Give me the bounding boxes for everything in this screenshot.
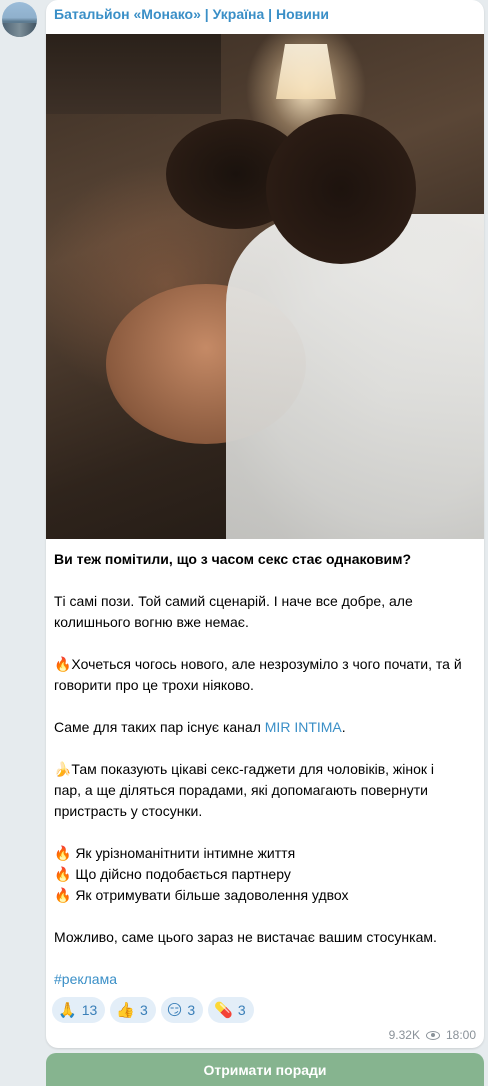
channel-name[interactable]: Батальйон «Монако» | Україна | Новини bbox=[54, 6, 329, 22]
reaction-count: 3 bbox=[187, 1002, 196, 1018]
photo-detail bbox=[276, 44, 336, 99]
reaction-pill[interactable]: 💊 3 bbox=[208, 997, 254, 1023]
post-paragraph: 🍌Там показують цікаві секс-гаджети для ч… bbox=[54, 761, 435, 777]
reaction-pray[interactable]: 🙏 13 bbox=[52, 997, 106, 1023]
post-paragraph: Ті самі пози. Той самий сценарій. І наче… bbox=[54, 593, 413, 609]
reaction-thumbs-up[interactable]: 👍 3 bbox=[110, 997, 156, 1023]
post-photo[interactable] bbox=[46, 34, 484, 539]
message-bubble: Батальйон «Монако» | Україна | Новини Ви… bbox=[46, 0, 484, 1048]
post-text-span: . bbox=[341, 719, 346, 735]
post-paragraph: пристрасть у стосунки. bbox=[54, 803, 203, 819]
channel-link[interactable]: MIR INTIMA bbox=[265, 719, 342, 735]
bullet-item: 🔥 Що дійсно подобається партнеру bbox=[54, 866, 291, 882]
get-advice-button[interactable]: Отримати поради bbox=[46, 1053, 484, 1086]
eye-icon bbox=[425, 1030, 440, 1040]
post-paragraph: говорити про це трохи ніяково. bbox=[54, 677, 254, 693]
hashtag-link[interactable]: #реклама bbox=[54, 969, 474, 990]
reaction-count: 3 bbox=[139, 1002, 148, 1018]
channel-avatar[interactable] bbox=[2, 2, 37, 37]
view-count: 9.32K bbox=[388, 1028, 420, 1042]
thumbs-up-icon: 👍 bbox=[116, 1001, 135, 1019]
message-time: 18:00 bbox=[445, 1028, 476, 1042]
smirk-face-icon: 😏 bbox=[166, 1001, 183, 1019]
bullet-item: 🔥 Як урізноманітнити інтимне життя bbox=[54, 845, 296, 861]
post-paragraph: Саме для таких пар існує канал MIR INTIM… bbox=[54, 717, 474, 738]
post-text-span: Саме для таких пар існує канал bbox=[54, 719, 265, 735]
post-paragraph: пар, а ще діляться порадами, які допомаг… bbox=[54, 782, 428, 798]
photo-detail bbox=[266, 114, 416, 264]
post-text: Ви теж помітили, що з часом секс стає од… bbox=[54, 549, 474, 990]
reaction-count: 13 bbox=[81, 1002, 98, 1018]
post-paragraph: 🔥Хочеться чогось нового, але незрозуміло… bbox=[54, 656, 462, 672]
photo-detail bbox=[46, 34, 221, 114]
reactions-bar: 🙏 13 👍 3 😏 3 💊 3 bbox=[52, 997, 254, 1023]
photo-detail bbox=[226, 214, 484, 539]
avatar-image bbox=[2, 23, 37, 37]
message-meta: 9.32K 18:00 bbox=[389, 1028, 476, 1042]
post-headline: Ви теж помітили, що з часом секс стає од… bbox=[54, 551, 412, 567]
pray-icon: 🙏 bbox=[58, 1001, 77, 1019]
pill-icon: 💊 bbox=[214, 1001, 233, 1019]
post-paragraph: Можливо, саме цього зараз не вистачає ва… bbox=[54, 929, 437, 945]
post-paragraph: колишнього вогню вже немає. bbox=[54, 614, 249, 630]
reaction-count: 3 bbox=[237, 1002, 246, 1018]
reaction-smirk[interactable]: 😏 3 bbox=[160, 997, 204, 1023]
bullet-item: 🔥 Як отримувати більше задоволення удвох bbox=[54, 887, 349, 903]
